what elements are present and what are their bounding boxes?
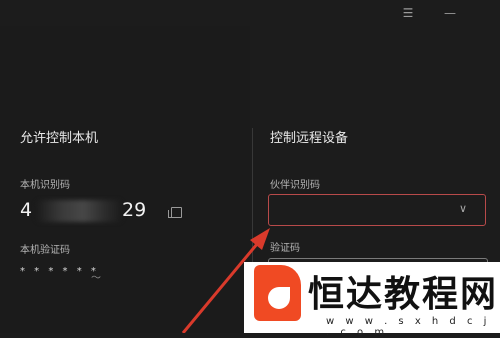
brand-logo-icon — [254, 265, 301, 321]
watermark-name: 恒达教程网 — [308, 273, 499, 315]
watermark-url: w w w . s x h d c j . c o m — [326, 316, 491, 338]
watermark-logo: 恒达教程网 w w w . s x h d c j . c o m — [244, 262, 500, 338]
